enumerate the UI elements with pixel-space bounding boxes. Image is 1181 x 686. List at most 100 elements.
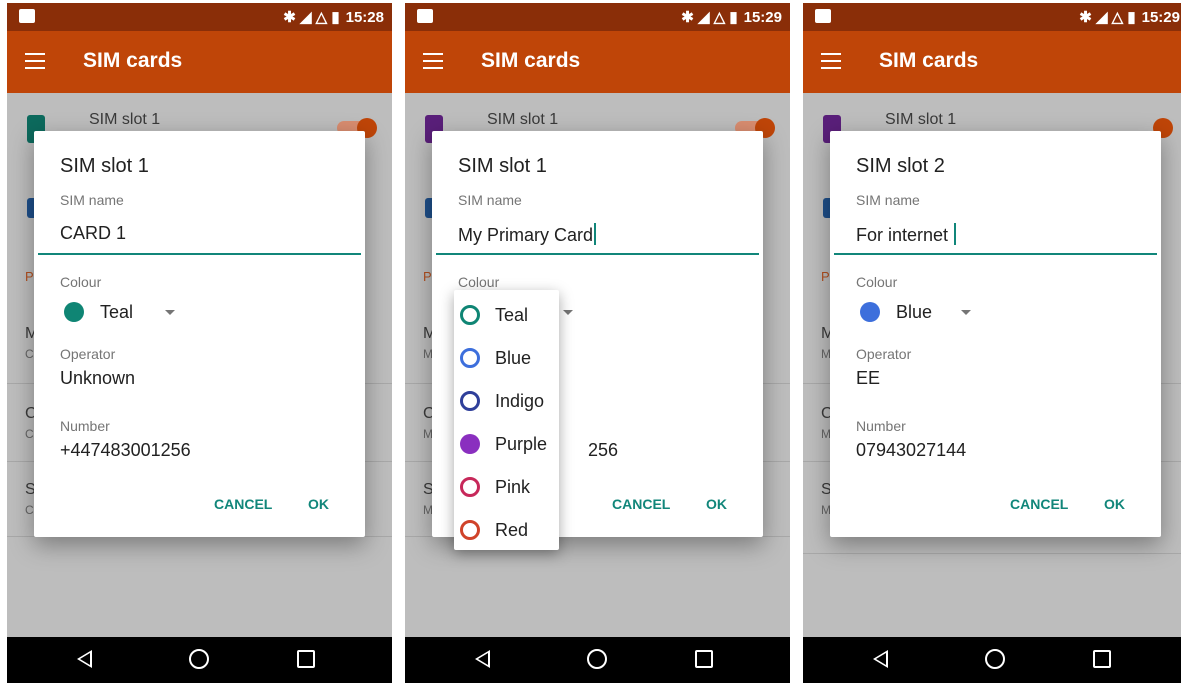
colour-option-teal[interactable]: Teal — [454, 294, 559, 337]
cancel-button[interactable]: CANCEL — [214, 496, 272, 512]
colour-option-label: Pink — [495, 477, 531, 497]
home-icon[interactable] — [985, 649, 1005, 669]
radio-ring-icon — [460, 520, 480, 540]
sim-name-label: SIM name — [458, 192, 522, 208]
number-label: Number — [60, 418, 110, 434]
colour-option-label: Indigo — [495, 391, 545, 411]
radio-ring-icon — [460, 348, 480, 368]
recent-apps-icon[interactable] — [1093, 650, 1111, 668]
colour-option-purple[interactable]: Purple — [454, 423, 559, 466]
text-cursor — [594, 223, 597, 245]
radio-filled-icon — [460, 434, 480, 454]
sim-edit-dialog: SIM slot 1 SIM name My Primary Card Colo… — [432, 131, 763, 550]
number-value-partial: 256 — [588, 440, 619, 460]
sim-name-label: SIM name — [856, 192, 920, 208]
background-sim-slot-title: SIM slot 1 — [89, 111, 161, 128]
background-sim-slot-title: SIM slot 1 — [487, 111, 559, 128]
divider — [803, 553, 1181, 554]
sim-name-value: My Primary Card — [458, 225, 594, 245]
home-icon[interactable] — [587, 649, 607, 669]
colour-option-blue[interactable]: Blue — [454, 337, 559, 380]
operator-label: Operator — [60, 346, 116, 362]
colour-select-value[interactable]: Teal — [100, 302, 133, 323]
cancel-button[interactable]: CANCEL — [1010, 496, 1068, 512]
recent-apps-icon[interactable] — [695, 650, 713, 668]
colour-option-pink[interactable]: Pink — [454, 466, 559, 509]
chevron-down-icon[interactable] — [961, 310, 971, 315]
status-icons: ✱ ◢ △ ▮ — [1079, 9, 1136, 26]
navigation-bar — [7, 637, 392, 683]
app-bar: SIM cards — [803, 31, 1181, 93]
dialog-title: SIM slot 1 — [458, 155, 547, 177]
operator-value: Unknown — [60, 368, 136, 388]
ok-button[interactable]: OK — [308, 496, 329, 512]
ok-button[interactable]: OK — [706, 496, 727, 512]
status-bar: ✱ ◢ △ ▮ 15:29 — [405, 3, 790, 31]
menu-icon[interactable] — [821, 53, 841, 69]
colour-option-label: Red — [495, 520, 529, 540]
colour-option-indigo[interactable]: Indigo — [454, 380, 559, 423]
background-section-letter: P — [423, 269, 432, 284]
phone-screen-3: ✱ ◢ △ ▮ 15:29 SIM cards SIM slot 1 P M M… — [803, 3, 1181, 683]
colour-dropdown-menu: Teal Blue Indigo Purple Pink Red — [454, 290, 559, 550]
page-title: SIM cards — [481, 49, 581, 72]
dialog-title: SIM slot 1 — [60, 155, 149, 177]
navigation-bar — [803, 637, 1181, 683]
app-bar: SIM cards — [405, 31, 790, 93]
sim-name-value: For internet — [856, 225, 949, 245]
colour-select-value[interactable]: Blue — [896, 302, 932, 323]
menu-icon[interactable] — [423, 53, 443, 69]
chevron-down-icon[interactable] — [165, 310, 175, 315]
status-icons: ✱ ◢ △ ▮ — [681, 9, 738, 26]
phone-screen-1: ✱ ◢ △ ▮ 15:28 SIM cards SIM slot 1 P M C… — [7, 3, 392, 683]
recent-apps-icon[interactable] — [297, 650, 315, 668]
page-title: SIM cards — [83, 49, 183, 72]
ok-button[interactable]: OK — [1104, 496, 1125, 512]
colour-option-red[interactable]: Red — [454, 509, 559, 552]
chevron-down-icon[interactable] — [563, 310, 573, 315]
background-row-sub: C — [25, 427, 34, 441]
dialog-title: SIM slot 2 — [856, 155, 945, 177]
phone-screen-2: ✱ ◢ △ ▮ 15:29 SIM cards SIM slot 1 P M M… — [405, 3, 790, 683]
background-sim-slot-title: SIM slot 1 — [885, 111, 957, 128]
text-cursor — [954, 223, 957, 245]
colour-option-label: Purple — [495, 434, 548, 454]
status-time: 15:28 — [345, 8, 384, 26]
operator-value: EE — [856, 368, 881, 388]
notification-icon — [19, 9, 35, 23]
colour-label: Colour — [458, 274, 500, 290]
colour-option-label: Teal — [495, 305, 529, 325]
app-bar: SIM cards — [7, 31, 392, 93]
status-time: 15:29 — [743, 8, 782, 26]
status-time: 15:29 — [1141, 8, 1180, 26]
background-row-sub: C — [25, 347, 34, 361]
number-value: +447483001256 — [60, 440, 191, 460]
sim-edit-dialog: SIM slot 1 SIM name CARD 1 Colour Teal O… — [34, 131, 365, 537]
operator-label: Operator — [856, 346, 912, 362]
sim-name-input[interactable]: My Primary Card — [436, 215, 759, 255]
status-bar: ✱ ◢ △ ▮ 15:28 — [7, 3, 392, 31]
colour-swatch-icon[interactable] — [64, 302, 84, 322]
sim-name-input[interactable]: CARD 1 — [38, 215, 361, 255]
notification-icon — [815, 9, 831, 23]
cancel-button[interactable]: CANCEL — [612, 496, 670, 512]
background-row-sub: C — [25, 503, 34, 517]
sim-name-value: CARD 1 — [60, 223, 127, 243]
sim-name-label: SIM name — [60, 192, 124, 208]
back-icon[interactable] — [475, 650, 490, 668]
back-icon[interactable] — [873, 650, 888, 668]
menu-icon[interactable] — [25, 53, 45, 69]
radio-ring-icon — [460, 391, 480, 411]
colour-swatch-icon[interactable] — [860, 302, 880, 322]
radio-ring-icon — [460, 477, 480, 497]
status-icons: ✱ ◢ △ ▮ — [283, 9, 340, 26]
colour-label: Colour — [60, 274, 102, 290]
background-section-letter: P — [821, 269, 830, 284]
background-section-letter: P — [25, 269, 34, 284]
back-icon[interactable] — [77, 650, 92, 668]
radio-ring-icon — [460, 305, 480, 325]
sim-name-input[interactable]: For internet — [834, 215, 1157, 255]
colour-option-label: Blue — [495, 348, 532, 368]
notification-icon — [417, 9, 433, 23]
home-icon[interactable] — [189, 649, 209, 669]
